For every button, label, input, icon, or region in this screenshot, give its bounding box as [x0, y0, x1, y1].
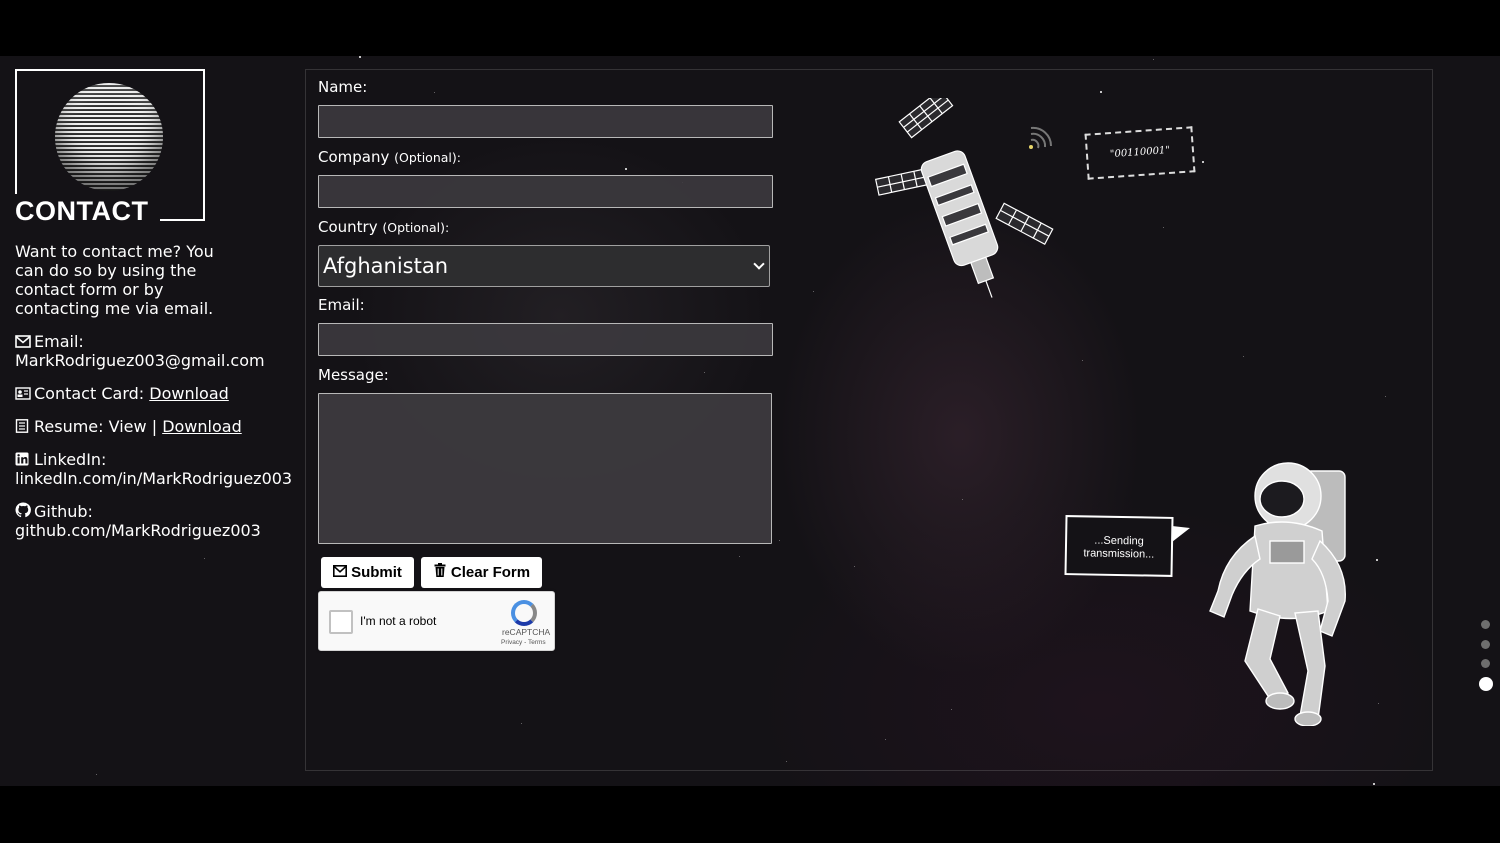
email-field[interactable]: [318, 323, 773, 356]
email-info: Email: MarkRodriguez003@gmail.com: [15, 332, 265, 370]
name-label: Name:: [318, 78, 368, 96]
contact-card-download-link[interactable]: Download: [149, 384, 229, 403]
contact-card-info: Contact Card: Download: [15, 384, 229, 403]
company-optional-text: (Optional):: [394, 150, 461, 165]
company-label-text: Company: [318, 148, 390, 166]
envelope-icon: [15, 333, 31, 348]
country-select[interactable]: Afghanistan: [318, 245, 770, 287]
speech-bubble-tail: [1172, 526, 1190, 542]
resume-label: Resume:: [34, 417, 104, 436]
chevron-down-icon: [753, 258, 765, 270]
message-label: Message:: [318, 366, 389, 384]
star: [1373, 783, 1375, 785]
resume-info: Resume: View | Download: [15, 417, 242, 436]
intro-text: Want to contact me? You can do so by usi…: [15, 242, 214, 318]
star: [204, 558, 205, 559]
star: [96, 774, 97, 775]
clear-form-button[interactable]: Clear Form: [421, 557, 542, 588]
resume-download-link[interactable]: Download: [162, 417, 242, 436]
page-title: CONTACT: [15, 194, 161, 228]
recaptcha-brand: reCAPTCHA: [502, 627, 551, 637]
signal-waves-icon: [1029, 126, 1053, 149]
country-label-text: Country: [318, 218, 378, 236]
resume-view-link[interactable]: View: [109, 417, 147, 436]
page-dot-1[interactable]: [1481, 620, 1490, 629]
message-textarea[interactable]: [318, 393, 772, 544]
github-icon: [15, 502, 31, 518]
country-label: Country (Optional):: [318, 218, 449, 237]
resume-separator: |: [151, 417, 158, 436]
github-label: Github:: [34, 502, 93, 521]
linkedin-url[interactable]: linkedIn.com/in/MarkRodriguez003: [15, 469, 292, 488]
contact-section: CONTACT Want to contact me? You can do s…: [0, 56, 1500, 786]
recaptcha-checkbox[interactable]: [329, 610, 353, 634]
document-icon: [15, 418, 31, 433]
clear-form-label: Clear Form: [450, 564, 531, 581]
linkedin-info: LinkedIn: linkedIn.com/in/MarkRodriguez0…: [15, 450, 292, 488]
page-dot-3[interactable]: [1481, 659, 1490, 668]
company-field[interactable]: [318, 175, 773, 208]
star: [359, 56, 361, 58]
star: [1153, 59, 1154, 60]
letterbox-bottom: [0, 786, 1500, 843]
email-address[interactable]: MarkRodriguez003@gmail.com: [15, 351, 265, 370]
github-url[interactable]: github.com/MarkRodriguez003: [15, 521, 261, 540]
recaptcha-label: I'm not a robot: [360, 614, 437, 628]
recaptcha-logo-icon: [511, 600, 537, 626]
contact-card-icon: [15, 385, 31, 400]
country-optional-text: (Optional):: [382, 220, 450, 235]
recaptcha-widget: I'm not a robot reCAPTCHA Privacy - Term…: [318, 591, 555, 651]
name-field[interactable]: [318, 105, 773, 138]
striped-globe-logo: [55, 83, 163, 191]
submit-label: Submit: [351, 564, 402, 581]
linkedin-label: LinkedIn:: [34, 450, 107, 469]
page-dot-2[interactable]: [1481, 640, 1490, 649]
recaptcha-links[interactable]: Privacy - Terms: [501, 639, 546, 646]
page-dot-4-active[interactable]: [1479, 677, 1493, 691]
envelope-icon: [333, 557, 348, 577]
astronaut-illustration: [1209, 462, 1346, 726]
email-label-field: Email:: [318, 296, 365, 314]
contact-card-label: Contact Card:: [34, 384, 145, 403]
country-selected-value: Afghanistan: [323, 254, 449, 278]
binary-transmission-tag: "00110001": [1084, 126, 1196, 180]
submit-button[interactable]: Submit: [321, 557, 414, 588]
email-label: Email:: [34, 332, 84, 351]
linkedin-icon: [15, 451, 31, 466]
github-info: Github: github.com/MarkRodriguez003: [15, 502, 261, 540]
trash-icon: [433, 557, 447, 577]
letterbox-top: [0, 0, 1500, 56]
company-label: Company (Optional):: [318, 148, 461, 167]
sending-transmission-bubble: ...Sending transmission...: [1064, 515, 1174, 577]
